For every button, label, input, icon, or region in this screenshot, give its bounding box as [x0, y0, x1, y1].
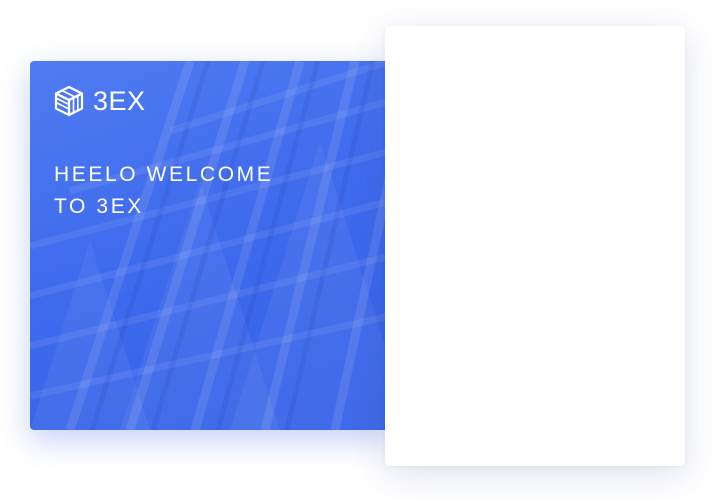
welcome-heading: HEELO WELCOME TO 3EX [54, 159, 354, 223]
welcome-line-2: TO 3EX [54, 195, 144, 218]
brand: 3EX [54, 85, 146, 117]
hero-panel: 3EX HEELO WELCOME TO 3EX [30, 61, 390, 430]
form-card [385, 26, 685, 466]
welcome-line-1: HEELO WELCOME [54, 163, 274, 186]
brand-name: 3EX [93, 86, 146, 116]
cube-logo-icon [54, 85, 84, 117]
